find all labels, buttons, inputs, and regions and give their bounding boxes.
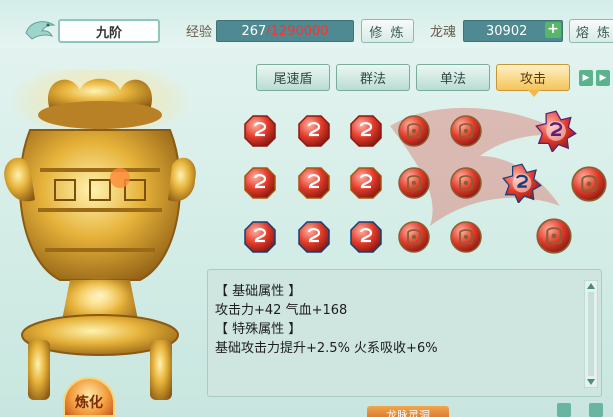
tab-tail-speed-shield[interactable]: 尾速盾 (256, 64, 330, 91)
locked-slot-icon[interactable] (449, 166, 483, 200)
locked-slot-icon[interactable] (449, 220, 483, 254)
tab-attack[interactable]: 攻击 (496, 64, 570, 91)
soul-label: 龙魂 (430, 25, 457, 40)
train-button[interactable]: 修 炼 (361, 19, 414, 43)
tab-single-magic[interactable]: 单法 (416, 64, 490, 91)
settings-icon[interactable] (589, 403, 603, 417)
locked-slot-icon[interactable] (397, 166, 431, 200)
locked-slot-icon[interactable] (397, 114, 431, 148)
red-gem-icon[interactable] (243, 114, 277, 148)
dragon-vein-window: 九阶 经验 267/1290000 修 炼 龙魂 30902 + 熔 炼 尾速盾… (0, 0, 613, 417)
exp-label: 经验 (186, 25, 213, 40)
tier-level-box: 九阶 (58, 19, 160, 43)
blue-star-gem-icon[interactable] (502, 163, 542, 205)
orange-gem-icon[interactable] (297, 166, 331, 200)
tab-next-arrow-icon[interactable]: ▶ (579, 70, 593, 86)
special-attr-values: 基础攻击力提升+2.5% 火系吸收+6% (215, 341, 438, 356)
special-attr-header: 【 特殊属性 】 (215, 322, 302, 337)
exp-max: 1290000 (270, 23, 329, 39)
blue-gem-icon[interactable] (243, 220, 277, 254)
blue-gem-icon[interactable] (349, 220, 383, 254)
info-icon[interactable] (557, 403, 571, 417)
dragon-vein-cave-button[interactable]: 龙脉灵洞 (367, 406, 449, 417)
locked-slot-icon[interactable] (570, 165, 608, 203)
purple-star-gem-icon[interactable] (535, 110, 577, 154)
dragon-emblem-icon (25, 21, 56, 40)
base-attr-header: 【 基础属性 】 (215, 284, 302, 299)
locked-slot-icon[interactable] (535, 217, 573, 255)
tab-group-magic[interactable]: 群法 (336, 64, 410, 91)
red-gem-icon[interactable] (349, 114, 383, 148)
melt-button[interactable]: 熔 炼 (569, 19, 613, 43)
orange-gem-icon[interactable] (243, 166, 277, 200)
exp-value-box: 267/1290000 (216, 20, 354, 42)
locked-slot-icon[interactable] (397, 220, 431, 254)
blue-gem-icon[interactable] (297, 220, 331, 254)
locked-slot-icon[interactable] (449, 114, 483, 148)
base-attr-values: 攻击力+42 气血+168 (215, 303, 348, 318)
red-gem-icon[interactable] (297, 114, 331, 148)
exp-current: 267 (241, 23, 267, 39)
tab-more-arrow-icon[interactable]: ▶ (596, 70, 610, 86)
orange-gem-icon[interactable] (349, 166, 383, 200)
add-soul-button[interactable]: + (545, 22, 561, 38)
attribute-scrollbar[interactable] (584, 280, 598, 388)
dragon-cauldron-art (4, 70, 196, 400)
